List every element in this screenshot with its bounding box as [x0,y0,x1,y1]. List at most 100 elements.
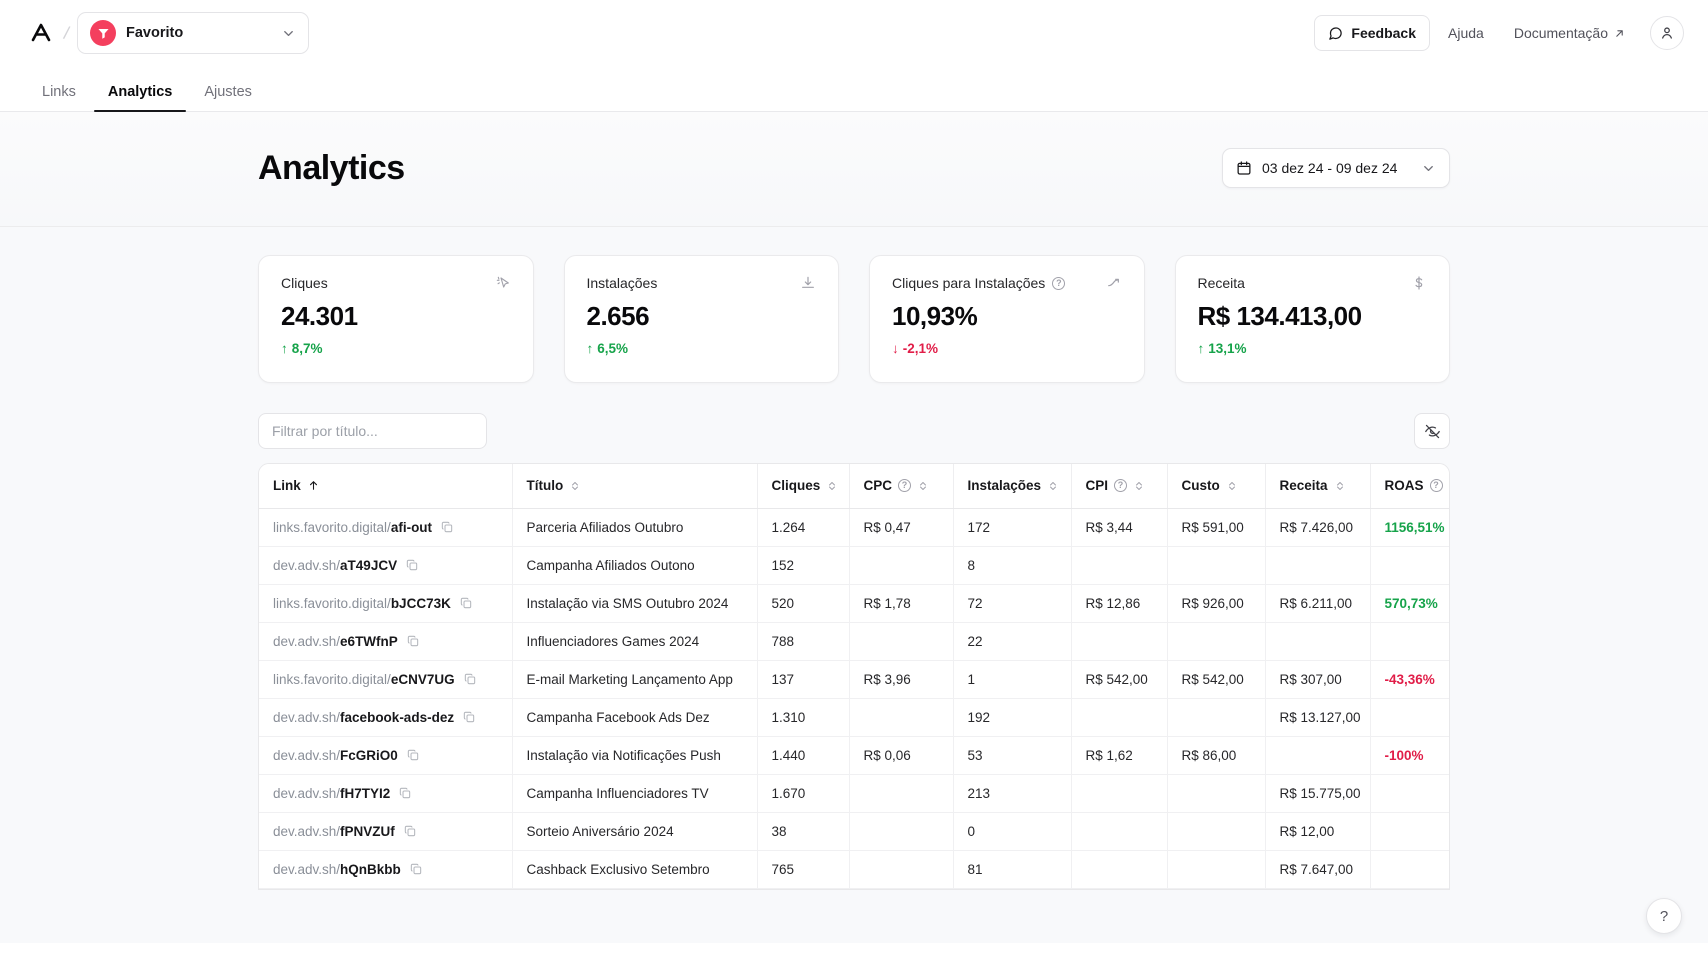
table-row[interactable]: dev.adv.sh/fH7TYI2 Campanha Influenciador… [259,774,1449,813]
copy-icon[interactable] [463,672,477,686]
copy-icon[interactable] [406,634,420,648]
app-logo-icon[interactable] [28,20,54,46]
copy-icon[interactable] [459,596,473,610]
sort-both-icon [1047,480,1059,492]
arrow-up-icon: ↑ [1197,341,1205,356]
cell-receita [1265,736,1371,775]
info-help-icon[interactable]: ? [898,479,912,493]
table-row[interactable]: dev.adv.sh/hQnBkbb Cashback Exclusivo Set… [259,850,1449,889]
cell-link[interactable]: links.favorito.digital/bJCC73K [259,584,513,623]
kpi-card-instalacoes[interactable]: Instalações 2.656 ↑ 6,5% [563,255,839,383]
cell-instalacoes: 1 [953,660,1072,699]
info-help-icon[interactable]: ? [1114,479,1128,493]
documentation-label: Documentação [1513,25,1608,41]
link-domain: dev.adv.sh/fPNVZUf [273,823,395,839]
cell-cliques: 38 [757,812,850,851]
date-range-label: 03 dez 24 - 09 dez 24 [1262,160,1398,176]
column-label: CPC [863,478,893,494]
column-header-cliques[interactable]: Cliques [757,464,850,509]
cell-cpi [1071,698,1168,737]
cell-receita: R$ 6.211,00 [1265,584,1371,623]
column-header-custo[interactable]: Custo [1167,464,1266,509]
cell-link[interactable]: links.favorito.digital/afi-out [259,508,513,547]
question-mark-icon: ? [1659,907,1669,925]
cell-link[interactable]: dev.adv.sh/aT49JCV [259,546,513,585]
kpi-card-receita[interactable]: Receita R$ 134.413,00 ↑ 13,1% [1174,255,1450,383]
cell-link[interactable]: dev.adv.sh/fPNVZUf [259,812,513,851]
table-row[interactable]: dev.adv.sh/fPNVZUf Sorteio Aniversário 20… [259,812,1449,851]
copy-icon[interactable] [406,748,420,762]
arrow-down-icon: ↓ [892,341,899,356]
column-header-cpc[interactable]: CPC ? [849,464,954,509]
column-header-instalacoes[interactable]: Instalações [953,464,1072,509]
tab-ajustes-label: Ajustes [204,83,252,100]
copy-icon[interactable] [403,824,417,838]
cell-cpc [849,698,954,737]
copy-icon[interactable] [409,862,423,876]
cell-link[interactable]: dev.adv.sh/e6TWfnP [259,622,513,661]
toggle-columns-button[interactable] [1414,413,1450,449]
copy-icon[interactable] [440,520,454,534]
cell-link[interactable]: dev.adv.sh/facebook-ads-dez [259,698,513,737]
copy-icon[interactable] [405,558,419,572]
table-row[interactable]: links.favorito.digital/bJCC73K Instalação… [259,584,1449,623]
workspace-switcher[interactable]: Favorito [77,12,310,54]
date-range-picker[interactable]: 03 dez 24 - 09 dez 24 [1222,148,1450,188]
cell-titulo: Campanha Afiliados Outono [512,546,758,585]
table-body: links.favorito.digital/afi-out Parceria A… [259,508,1449,889]
breadcrumb-separator: / [62,22,72,43]
info-help-icon[interactable]: ? [1429,479,1443,493]
cell-instalacoes: 53 [953,736,1072,775]
table-row[interactable]: dev.adv.sh/aT49JCV Campanha Afiliados Out… [259,546,1449,585]
cell-roas: -43,36% [1370,660,1449,699]
cell-custo [1167,774,1266,813]
column-label: Cliques [771,478,821,494]
sort-both-icon [1334,480,1346,492]
column-header-link[interactable]: Link [259,464,513,509]
link-domain: links.favorito.digital/afi-out [273,519,433,535]
help-floating-button[interactable]: ? [1646,898,1682,934]
link-domain: links.favorito.digital/bJCC73K [273,595,451,611]
link-domain: dev.adv.sh/FcGRiO0 [273,747,398,763]
table-row[interactable]: links.favorito.digital/afi-out Parceria A… [259,508,1449,547]
kpi-card-cliques[interactable]: Cliques 24.301 ↑ 8,7% [258,255,534,383]
cell-roas [1370,812,1449,851]
column-header-receita[interactable]: Receita [1265,464,1371,509]
account-button[interactable] [1650,16,1684,50]
cell-link[interactable]: dev.adv.sh/FcGRiO0 [259,736,513,775]
cell-link[interactable]: dev.adv.sh/hQnBkbb [259,850,513,889]
table-row[interactable]: links.favorito.digital/eCNV7UG E-mail Mar… [259,660,1449,699]
table-row[interactable]: dev.adv.sh/e6TWfnP Influenciadores Games … [259,622,1449,661]
cell-cpi: R$ 542,00 [1071,660,1168,699]
workspace-avatar-icon [90,20,117,46]
cell-custo [1167,622,1266,661]
kpi-delta-value: -2,1% [902,341,939,356]
cell-receita: R$ 13.127,00 [1265,698,1371,737]
cell-link[interactable]: links.favorito.digital/eCNV7UG [259,660,513,699]
cell-cliques: 1.670 [757,774,850,813]
cell-instalacoes: 172 [953,508,1072,547]
documentation-link[interactable]: Documentação [1502,15,1638,51]
tab-links[interactable]: Links [28,84,90,112]
copy-icon[interactable] [462,710,476,724]
cell-custo [1167,812,1266,851]
info-help-icon[interactable]: ? [1052,276,1066,290]
copy-icon[interactable] [398,786,412,800]
feedback-button[interactable]: Feedback [1314,15,1431,51]
table-row[interactable]: dev.adv.sh/FcGRiO0 Instalação via Notific… [259,736,1449,775]
kpi-card-cliques-para-instalacoes[interactable]: Cliques para Instalações ? 10,93% ↓ -2,1… [869,255,1145,383]
tab-analytics[interactable]: Analytics [93,84,187,112]
cell-cpi: R$ 3,44 [1071,508,1168,547]
feedback-label: Feedback [1351,25,1417,41]
column-header-titulo[interactable]: Título [512,464,758,509]
tab-ajustes[interactable]: Ajustes [190,83,266,112]
link-domain: dev.adv.sh/e6TWfnP [273,633,398,649]
help-link[interactable]: Ajuda [1436,15,1496,51]
column-header-roas[interactable]: ROAS ? [1370,464,1449,509]
table-row[interactable]: dev.adv.sh/facebook-ads-dez Campanha Face… [259,698,1449,737]
cell-roas: 1156,51% [1370,508,1449,547]
title-filter-input[interactable] [258,413,487,449]
column-header-cpi[interactable]: CPI ? [1071,464,1168,509]
cell-receita [1265,546,1371,585]
cell-link[interactable]: dev.adv.sh/fH7TYI2 [259,774,513,813]
